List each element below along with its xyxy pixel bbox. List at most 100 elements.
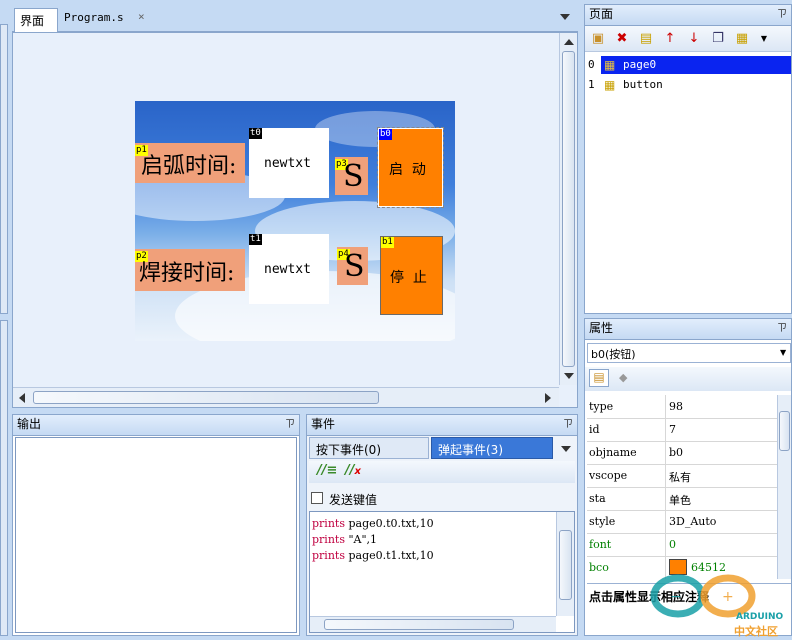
event-tab-release[interactable]: 弹起事件(3) [431, 437, 553, 459]
page-list-item[interactable]: 1 ▦ button [585, 76, 791, 94]
insert-page-icon[interactable]: ▤ [637, 30, 655, 48]
scroll-left-arrow-icon[interactable] [19, 393, 25, 403]
label-p4[interactable]: p4 S [337, 247, 368, 285]
event-code-editor[interactable]: prints page0.t0.txt,10 prints "A",1 prin… [309, 511, 575, 633]
left-dock-strip-lower[interactable] [0, 320, 8, 636]
scroll-thumb[interactable] [562, 51, 575, 367]
page-name: page0 [623, 58, 657, 71]
pin-icon[interactable]: ㄗ [777, 5, 787, 24]
page-index: 1 [588, 78, 595, 91]
editor-horizontal-scrollbar[interactable] [13, 387, 559, 407]
move-up-icon[interactable]: ↑ [661, 30, 679, 48]
move-down-icon[interactable]: ↓ [685, 30, 703, 48]
page-list-item-selected[interactable]: ▦ page0 [601, 56, 791, 74]
tab-program[interactable]: Program.s × [62, 10, 158, 31]
pin-icon[interactable]: ㄗ [563, 415, 573, 434]
object-selector-value: b0(按钮) [591, 348, 636, 361]
property-value[interactable]: 3D_Auto [669, 515, 716, 528]
events-panel-title: 事件 [311, 417, 336, 431]
property-value[interactable]: 私有 [669, 469, 691, 485]
copy-page-icon[interactable]: ❐ [709, 30, 727, 48]
delete-page-icon[interactable]: ✖ [613, 30, 631, 48]
property-value[interactable]: b0 [669, 446, 683, 459]
scroll-up-arrow-icon[interactable] [564, 39, 574, 45]
scroll-down-arrow-icon[interactable] [564, 373, 574, 379]
editor-tabstrip: 界面 Program.s × [12, 6, 578, 32]
code-args: page0.t1.txt,10 [344, 549, 434, 562]
component-id-badge: b1 [381, 237, 394, 248]
event-tab-press[interactable]: 按下事件(0) [309, 437, 429, 459]
property-row[interactable]: id 7 [587, 418, 777, 442]
object-selector[interactable]: b0(按钮) ▼ [587, 343, 791, 363]
property-value[interactable]: 98 [669, 400, 683, 413]
property-row[interactable]: sta 单色 [587, 487, 777, 511]
button-b0[interactable]: b0 启 动 [377, 127, 444, 208]
button-b1[interactable]: b1 停 止 [380, 236, 443, 315]
tab-list-dropdown-icon[interactable] [560, 14, 570, 20]
property-key: vscope [589, 469, 628, 482]
categorized-view-icon[interactable]: ▤ [589, 369, 609, 387]
editor-vertical-scrollbar[interactable] [559, 33, 577, 385]
property-row[interactable]: style 3D_Auto [587, 510, 777, 534]
scroll-thumb[interactable] [33, 391, 379, 404]
label-p1-text: 启弧时间: [141, 154, 237, 179]
property-key: objname [589, 446, 637, 459]
output-panel-header: 输出 ㄗ [13, 415, 299, 436]
scroll-right-arrow-icon[interactable] [545, 393, 551, 403]
pin-icon[interactable]: ㄗ [285, 415, 295, 434]
uncomment-icon[interactable]: //x [345, 463, 361, 478]
text-field-t0-value: newtxt [264, 156, 311, 171]
design-surface[interactable]: p1 启弧时间: p2 焊接时间: t0 newtxt t1 newtxt p3… [12, 32, 578, 408]
watermark-brand: ARDUINO [736, 612, 784, 622]
watermark-text: 中文社区 [734, 625, 778, 638]
property-row[interactable]: objname b0 [587, 441, 777, 465]
tab-close-icon[interactable]: × [138, 10, 145, 23]
scroll-thumb[interactable] [779, 411, 790, 451]
property-value[interactable]: 7 [669, 423, 676, 436]
property-row[interactable]: vscope 私有 [587, 464, 777, 488]
events-panel: 事件 ㄗ 按下事件(0) 弹起事件(3) //≡ //x 发送键值 prints… [306, 414, 578, 636]
property-value[interactable]: 0 [669, 538, 676, 551]
label-p2[interactable]: p2 焊接时间: [135, 249, 245, 291]
page-list: 0 ▦ page0 1 ▦ button [585, 54, 791, 312]
label-p1[interactable]: p1 启弧时间: [135, 143, 245, 183]
left-dock-strip[interactable] [0, 24, 8, 314]
property-grid: type 98 id 7 objname b0 vscope 私有 sta 单色 styl… [587, 395, 791, 579]
pin-icon[interactable]: ㄗ [777, 319, 787, 338]
page-icon: ▦ [604, 58, 616, 72]
pages-toolbar: ▣ ✖ ▤ ↑ ↓ ❐ ▦ ▼ [585, 26, 791, 52]
page-index: 0 [588, 58, 595, 71]
chevron-down-icon[interactable]: ▼ [780, 348, 786, 357]
events-panel-header: 事件 ㄗ [307, 415, 577, 436]
send-key-label: 发送键值 [329, 493, 378, 507]
add-page-icon[interactable]: ▣ [589, 30, 607, 48]
property-key: style [589, 515, 616, 528]
code-keyword: prints [312, 533, 345, 546]
scroll-thumb[interactable] [559, 530, 572, 600]
label-p3[interactable]: p3 S [335, 157, 368, 195]
scroll-thumb[interactable] [324, 619, 514, 630]
text-field-t0[interactable]: t0 newtxt [249, 128, 329, 198]
tab-program-label: Program.s [64, 11, 124, 24]
import-page-icon[interactable]: ▦ [733, 30, 751, 48]
property-value[interactable]: 单色 [669, 492, 691, 508]
code-horizontal-scrollbar[interactable] [310, 616, 556, 632]
output-log[interactable] [15, 437, 297, 633]
component-id-badge: t0 [249, 128, 262, 139]
comment-icon[interactable]: //≡ [317, 463, 337, 478]
tab-design[interactable]: 界面 [14, 8, 58, 32]
label-p3-text: S [343, 159, 364, 194]
more-dropdown-icon[interactable]: ▼ [755, 30, 773, 48]
property-pages-icon[interactable]: ◆ [619, 371, 627, 384]
output-panel-title: 输出 [17, 417, 42, 431]
text-field-t1[interactable]: t1 newtxt [249, 234, 329, 304]
page-list-item[interactable]: 0 ▦ page0 [585, 56, 791, 74]
page-canvas[interactable]: p1 启弧时间: p2 焊接时间: t0 newtxt t1 newtxt p3… [135, 101, 455, 341]
property-row[interactable]: font 0 [587, 533, 777, 557]
property-grid-scrollbar[interactable] [777, 395, 791, 579]
code-vertical-scrollbar[interactable] [556, 512, 574, 616]
property-row[interactable]: type 98 [587, 395, 777, 419]
event-tabs-dropdown-icon[interactable] [561, 446, 571, 452]
component-id-badge: b0 [379, 129, 392, 140]
send-key-checkbox[interactable] [311, 492, 323, 504]
